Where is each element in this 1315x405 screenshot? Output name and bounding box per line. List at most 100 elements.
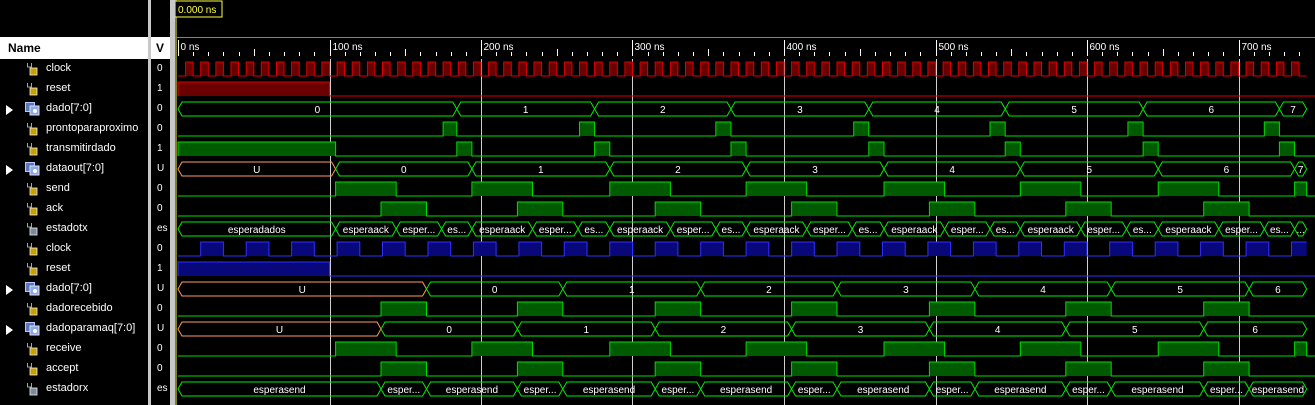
signal-traces: 0 1 2 3 4 5 6 7U 0 1 2 3 4 5 6 7esperadados esperaack esp… <box>177 61 1315 397</box>
ruler-tick-label: 500 ns <box>939 42 969 53</box>
signal-value: 0 <box>157 183 163 194</box>
trace-dado2[interactable]: U 0 1 2 3 4 5 6 <box>177 281 1308 297</box>
high-level-fill <box>178 262 330 276</box>
high-level-fill <box>1203 362 1250 376</box>
high-level-fill <box>579 122 595 136</box>
signal-row-estadotx[interactable]: estadotx <box>0 219 148 239</box>
high-level-fill <box>655 202 701 216</box>
clock-high-fill <box>927 62 936 76</box>
trace-pronto[interactable] <box>178 121 1315 137</box>
expand-arrow-icon[interactable] <box>6 105 13 115</box>
expand-arrow-icon[interactable] <box>6 285 13 295</box>
bit-waveform <box>178 301 1315 317</box>
signal-row-reset2[interactable]: reset <box>0 259 148 279</box>
high-level-fill <box>1005 142 1021 156</box>
signal-row-ack[interactable]: ack <box>0 199 148 219</box>
clock-high-fill <box>746 62 754 76</box>
trace-send[interactable] <box>178 181 1315 197</box>
clock-high-fill <box>1064 62 1072 76</box>
clock-high-fill <box>791 62 800 76</box>
trace-dadorecebido[interactable] <box>178 301 1315 317</box>
bus-value-label: 1 <box>523 105 529 116</box>
bus-value-label: esper... <box>524 385 557 396</box>
trace-clock2[interactable] <box>178 241 1307 257</box>
high-level-fill <box>178 82 330 96</box>
signal-row-pronto[interactable]: prontoparaproximo <box>0 119 148 139</box>
value-panel: V 0 1 0 0 1 U 0 0 es 0 1 U 0 U 0 0 es <box>151 0 170 405</box>
value-column-header[interactable]: V <box>151 37 170 59</box>
signal-row-dadorecebido[interactable]: dadorecebido <box>0 299 148 319</box>
bus-value-label: esperaack <box>753 225 800 236</box>
signal-value: U <box>157 323 165 334</box>
bus-value-label: esper... <box>951 225 984 236</box>
ruler-tick-label: 400 ns <box>787 42 817 53</box>
signal-row-dado2[interactable]: dado[7:0] <box>0 279 148 299</box>
bus-value-label: U <box>299 285 306 296</box>
signal-row-estadorx[interactable]: estadorx <box>0 379 148 399</box>
bus-icon <box>25 282 40 296</box>
trace-accept[interactable] <box>178 361 1315 377</box>
trace-reset1[interactable] <box>177 81 1315 97</box>
clock-high-fill <box>321 62 330 76</box>
trace-transmitirdado[interactable] <box>177 141 1315 157</box>
high-level-fill <box>335 182 397 196</box>
high-level-fill <box>1264 122 1280 136</box>
clock-high-fill <box>276 62 285 76</box>
trace-reset2[interactable] <box>177 261 1315 277</box>
bus-value-label: 6 <box>1208 105 1214 116</box>
time-ruler[interactable]: 0 ns 100 ns 200 ns 300 ns 400 ns 500 ns 600 ns… <box>178 40 1300 56</box>
signal-name: clock <box>46 62 72 74</box>
clock-high-fill <box>518 62 527 76</box>
bit-waveform <box>178 121 1315 137</box>
signal-row-dataout[interactable]: dataout[7:0] <box>0 159 148 179</box>
expand-arrow-icon[interactable] <box>6 165 13 175</box>
signal-value: 1 <box>157 143 163 154</box>
clock-high-fill <box>534 62 542 76</box>
signal-row-clock1[interactable]: clock <box>0 59 148 79</box>
trace-ack[interactable] <box>178 201 1315 217</box>
name-column-header[interactable]: Name <box>0 37 148 59</box>
clock-high-fill <box>867 62 875 76</box>
bus-value-label: esperasend <box>1131 385 1183 396</box>
clock-high-fill <box>958 62 966 76</box>
trace-estadotx[interactable]: esperadados esperaack esper... es... esperaa… <box>177 221 1308 237</box>
trace-estadorx[interactable]: esperasend esper... esperasend esper... espe… <box>177 381 1308 397</box>
clock-high-fill <box>427 242 451 256</box>
bus-value-label: 3 <box>903 285 909 296</box>
bit-waveform <box>178 361 1315 377</box>
signal-value: 1 <box>157 263 163 274</box>
ruler-tick-label: 700 ns <box>1242 42 1272 53</box>
waveform-canvas[interactable]: 0.000 ns 0 ns 100 ns 200 ns 300 ns 400 ns 500… <box>175 0 1315 405</box>
bus-value-label: es... <box>996 225 1015 236</box>
signal-row-dado1[interactable]: dado[7:0] <box>0 99 148 119</box>
high-level-fill <box>1020 182 1081 196</box>
clock-high-fill <box>564 242 588 256</box>
clock-high-fill <box>1200 62 1209 76</box>
bus-icon <box>25 102 40 116</box>
signal-row-receive[interactable]: receive <box>0 339 148 359</box>
signal-row-transmitirdado[interactable]: transmitirdado <box>0 139 148 159</box>
signal-row-accept[interactable]: accept <box>0 359 148 379</box>
bus-value-label: 2 <box>721 325 727 336</box>
bus-value-label: es... <box>859 225 878 236</box>
signal-row-clock2[interactable]: clock <box>0 239 148 259</box>
signal-name: send <box>46 182 70 194</box>
expand-arrow-icon[interactable] <box>6 325 13 335</box>
clock-high-fill <box>564 62 572 76</box>
bus-value-label: 6 <box>1275 285 1281 296</box>
trace-clock1[interactable] <box>178 61 1307 77</box>
signal-row-reset1[interactable]: reset <box>0 79 148 99</box>
signal-row-dadoparamaq[interactable]: dadoparamaq[7:0] <box>0 319 148 339</box>
high-level-fill <box>335 342 397 356</box>
trace-dadoparamaq[interactable]: U 0 1 2 3 4 5 6 <box>177 321 1308 337</box>
signal-value: 0 <box>157 63 163 74</box>
trace-dado1[interactable]: 0 1 2 3 4 5 6 7 <box>177 101 1308 117</box>
signal-row-send[interactable]: send <box>0 179 148 199</box>
trace-receive[interactable] <box>178 341 1315 357</box>
signal-icon <box>27 143 39 156</box>
ruler-tick-label: 200 ns <box>484 42 514 53</box>
trace-dataout[interactable]: U 0 1 2 3 4 5 6 7 <box>177 161 1308 177</box>
bus-value-label: esperasend <box>994 385 1046 396</box>
clock-high-fill <box>1003 62 1012 76</box>
bus-value-label: esperaack <box>617 225 664 236</box>
